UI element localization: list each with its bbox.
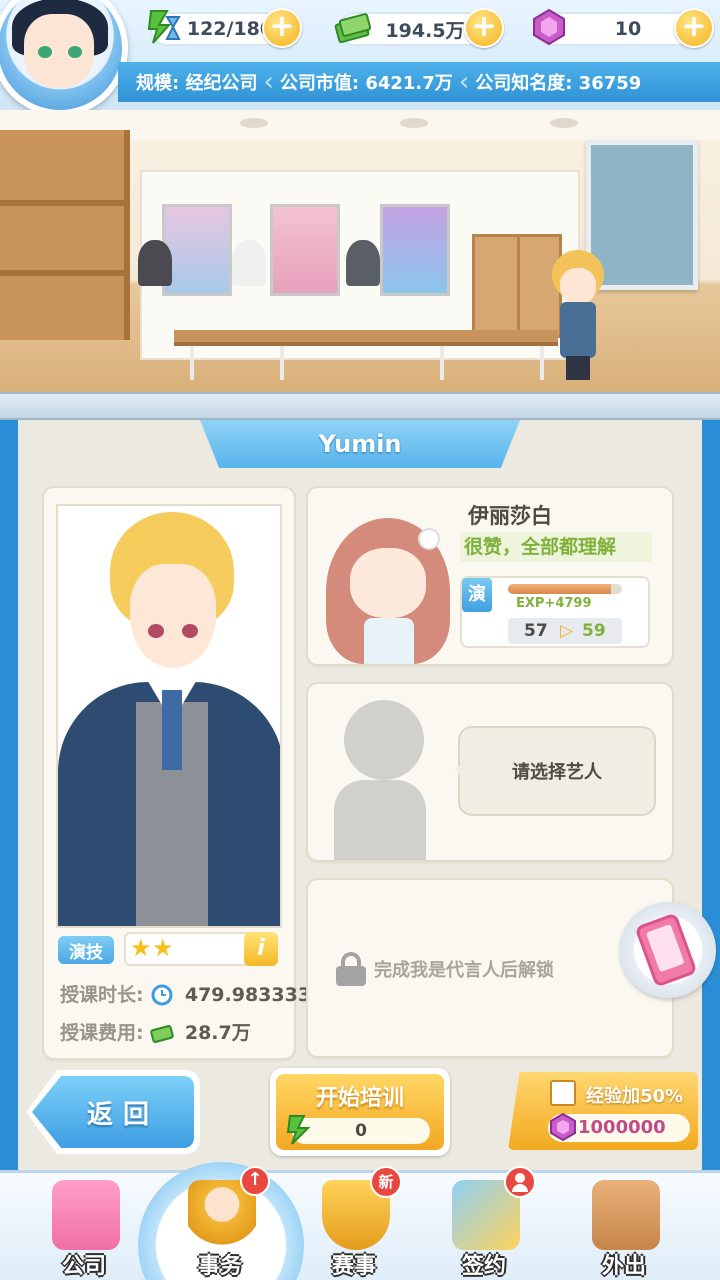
nav-sign-label: 签约: [461, 1254, 506, 1279]
level-arrow-icon: ▷: [560, 621, 574, 641]
exp-boost-checkbox[interactable]: [550, 1080, 576, 1106]
stamina-counter: 122/180 +: [147, 8, 302, 48]
add-gems-button[interactable]: +: [674, 8, 714, 48]
lesson-fee-row: 授课费用: 28.7万: [60, 1018, 251, 1045]
back-button-label: 返回: [32, 1076, 194, 1148]
lesson-duration-row: 授课时长: 479.983333: [60, 980, 311, 1007]
trainee-name-title: Yumin: [200, 420, 520, 468]
nav-outing[interactable]: 外出: [574, 1180, 674, 1280]
company-market-value: 公司市值: 6421.7万: [279, 73, 453, 94]
gem-counter: 10 +: [533, 8, 714, 48]
pink-gem-icon: [528, 6, 570, 48]
upgrade-badge: ↑: [240, 1166, 270, 1196]
exp-gain: EXP+4799: [516, 596, 592, 611]
lesson-fee-value: 28.7万: [184, 1022, 251, 1044]
door-exit-icon: [592, 1180, 660, 1250]
chibi-trainee-character[interactable]: [550, 250, 606, 384]
player-avatar[interactable]: [0, 0, 128, 116]
lesson-fee-label: 授课费用:: [60, 1022, 144, 1044]
pink-phone-icon: [634, 912, 698, 988]
skill-info-button[interactable]: i: [244, 932, 278, 966]
teacher-avatar: [320, 518, 460, 664]
mask-statue: [232, 240, 266, 286]
empty-artist-silhouette: [330, 700, 430, 860]
lightning-icon: [286, 1115, 311, 1145]
acting-skill-tag: 演: [462, 578, 492, 612]
avatar-eye-right: [68, 46, 82, 58]
ceiling-light: [240, 118, 268, 128]
nav-affairs-label: 事务: [197, 1254, 242, 1279]
level-change: 57 ▷ 59: [508, 618, 622, 644]
nav-competition-label: 赛事: [331, 1254, 376, 1279]
training-room-scene: [0, 110, 720, 392]
batman-statue: [138, 240, 172, 286]
star-icon: ★: [152, 934, 174, 962]
phone-button[interactable]: [620, 902, 716, 998]
start-training-label: 开始培训: [315, 1086, 404, 1111]
locked-slot-text: 完成我是代言人后解锁: [374, 960, 554, 981]
stat-divider: ‹: [263, 67, 274, 97]
cash-stack-icon: [150, 1020, 174, 1044]
ceiling-light: [550, 118, 578, 128]
exp-boost-option[interactable]: 经验加50% 1000000: [508, 1072, 698, 1150]
poster: [270, 204, 340, 296]
top-hud: 122/180 + 194.5万 + 10 + 规模: 经纪公司 ‹ 公司市值:…: [0, 0, 720, 116]
star-icon: ★: [130, 934, 152, 962]
new-badge: 新: [370, 1166, 402, 1198]
stat-divider: ‹: [458, 67, 470, 97]
lock-icon: [336, 952, 366, 986]
company-building-icon: [52, 1180, 120, 1250]
helmet-statue: [346, 240, 380, 286]
add-money-button[interactable]: +: [464, 8, 504, 48]
teacher-comment: 很赞，全部都理解: [460, 532, 652, 562]
ceiling-light: [400, 118, 428, 128]
long-table: [174, 330, 558, 346]
prop-shelf: [0, 130, 130, 340]
money-counter: 194.5万 +: [334, 8, 504, 48]
trainee-portrait: [56, 504, 282, 928]
poster: [380, 204, 450, 296]
panel-top-rail: [0, 392, 720, 420]
skill-acting-badge: 演技: [58, 936, 114, 964]
poster: [162, 204, 232, 296]
select-artist-prompt[interactable]: 请选择艺人: [454, 728, 654, 814]
add-stamina-button[interactable]: +: [262, 8, 302, 48]
room-door: [472, 234, 562, 338]
nav-company-label: 公司: [61, 1254, 106, 1279]
exp-progress-bar: [508, 584, 622, 594]
avatar-face: [24, 14, 94, 88]
company-fame: 公司知名度: 36759: [475, 73, 642, 94]
lesson-duration-value: 479.983333: [184, 984, 312, 1006]
cash-stack-icon: [332, 6, 374, 48]
person-alert-badge: [504, 1166, 536, 1198]
nav-company[interactable]: 公司: [34, 1180, 134, 1280]
level-from: 57: [524, 621, 548, 641]
clock-icon: [150, 982, 174, 1006]
lesson-duration-label: 授课时长:: [60, 984, 144, 1006]
company-scale: 规模: 经纪公司: [136, 73, 258, 94]
avatar-eye-left: [38, 46, 52, 58]
company-stats-bar: 规模: 经纪公司 ‹ 公司市值: 6421.7万 ‹ 公司知名度: 36759: [118, 62, 720, 102]
locked-slot-message: 完成我是代言人后解锁: [336, 952, 554, 986]
start-training-button[interactable]: 开始培训 0: [270, 1068, 450, 1156]
teacher-name: 伊丽莎白: [468, 504, 552, 528]
exp-boost-label: 经验加50%: [586, 1086, 684, 1107]
lightning-hourglass-icon: [144, 6, 186, 48]
nav-outing-label: 外出: [601, 1254, 646, 1279]
level-to: 59: [582, 621, 606, 641]
pink-gem-icon: [550, 1112, 576, 1142]
back-button[interactable]: 返回: [26, 1070, 200, 1154]
